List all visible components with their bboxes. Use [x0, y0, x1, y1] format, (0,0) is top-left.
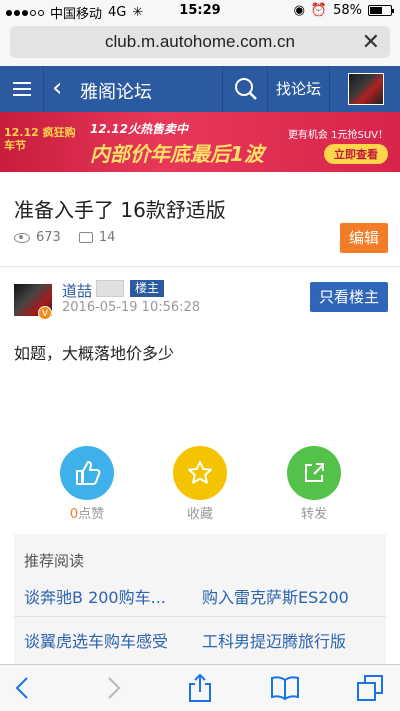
status-bar: 中国移动 4G ✳ 15:29 ◉ ⏰ 58% — [0, 0, 400, 22]
like-label: 点赞 — [78, 507, 105, 522]
forum-title[interactable]: 雅阁论坛 — [80, 78, 152, 104]
battery-percent: 58% — [333, 3, 362, 18]
star-icon[interactable] — [173, 446, 227, 500]
recommended-link[interactable]: 谈奔驰B 200购车... — [24, 584, 166, 608]
views-icon — [14, 232, 30, 243]
forum-nav-bar: ‹ 雅阁论坛 找论坛 — [0, 66, 400, 112]
post-stats: 673 14 — [14, 230, 115, 245]
recommended-heading: 推荐阅读 — [24, 552, 85, 570]
recommended-link[interactable]: 工科男提迈腾旅行版 — [202, 628, 346, 652]
back-chevron-icon[interactable]: ‹ — [52, 74, 62, 102]
recommended-link[interactable]: 谈翼虎选车购车感受 — [24, 628, 168, 652]
like-action[interactable]: 0点赞 — [60, 446, 114, 522]
author-name[interactable]: 道喆 — [62, 280, 92, 301]
only-owner-button[interactable]: 只看楼主 — [310, 282, 388, 312]
alarm-icon: ⏰ — [310, 3, 328, 18]
divider — [14, 616, 386, 617]
banner-tag: 12.12 疯狂购车节 — [4, 126, 76, 152]
banner-subtitle: 12.12火热售卖中 — [90, 122, 188, 136]
battery-icon — [368, 5, 394, 16]
address-bar[interactable]: club.m.autohome.com.cn ✕ — [10, 26, 390, 58]
post-title: 准备入手了 16款舒适版 — [14, 198, 226, 222]
favorite-label: 收藏 — [186, 507, 213, 522]
edit-button[interactable]: 编辑 — [340, 223, 388, 253]
favorite-action[interactable]: 收藏 — [173, 446, 227, 522]
promo-banner[interactable]: 12.12 疯狂购车节 12.12火热售卖中 内部价年底最后1波 更有机会 1元… — [0, 112, 400, 172]
comment-count: 14 — [98, 230, 116, 245]
like-count: 0 — [69, 507, 79, 522]
bookmarks-icon[interactable] — [270, 673, 300, 703]
user-avatar[interactable] — [348, 73, 384, 105]
thumbs-up-icon[interactable] — [60, 446, 114, 500]
share-sheet-icon[interactable] — [185, 673, 215, 703]
tabs-icon[interactable] — [355, 673, 385, 703]
share-icon[interactable] — [287, 446, 341, 500]
comments-icon — [78, 232, 93, 243]
search-icon — [235, 78, 257, 100]
close-icon[interactable]: ✕ — [362, 26, 380, 58]
share-action[interactable]: 转发 — [287, 446, 341, 522]
view-count: 673 — [36, 230, 61, 245]
post-body: 如题，大概落地价多少 — [14, 344, 175, 363]
recommended-reading: 推荐阅读 谈奔驰B 200购车... 购入雷克萨斯ES200 谈翼虎选车购车感受… — [14, 534, 386, 664]
share-label: 转发 — [300, 507, 327, 522]
user-level-icon — [96, 280, 124, 297]
banner-headline: 内部价年底最后1波 — [90, 142, 264, 166]
owner-badge: 楼主 — [130, 280, 165, 297]
banner-promo: 更有机会 1元抢SUV！ — [287, 130, 388, 141]
browser-toolbar — [0, 664, 400, 711]
menu-button[interactable] — [0, 66, 44, 112]
find-forum-button[interactable]: 找论坛 — [268, 66, 330, 112]
divider — [0, 266, 400, 267]
address-bar-area: club.m.autohome.com.cn ✕ — [0, 22, 400, 66]
post-date: 2016-05-19 10:56:28 — [62, 300, 201, 315]
recommended-link[interactable]: 购入雷克萨斯ES200 — [202, 584, 349, 608]
banner-cta-button[interactable]: 立即查看 — [324, 144, 388, 164]
forward-icon[interactable] — [98, 673, 128, 703]
search-button[interactable] — [222, 66, 268, 112]
verified-badge: V — [38, 306, 52, 320]
rotation-lock-icon: ◉ — [293, 3, 305, 18]
url-text: club.m.autohome.com.cn — [105, 32, 295, 51]
back-icon[interactable] — [8, 673, 38, 703]
